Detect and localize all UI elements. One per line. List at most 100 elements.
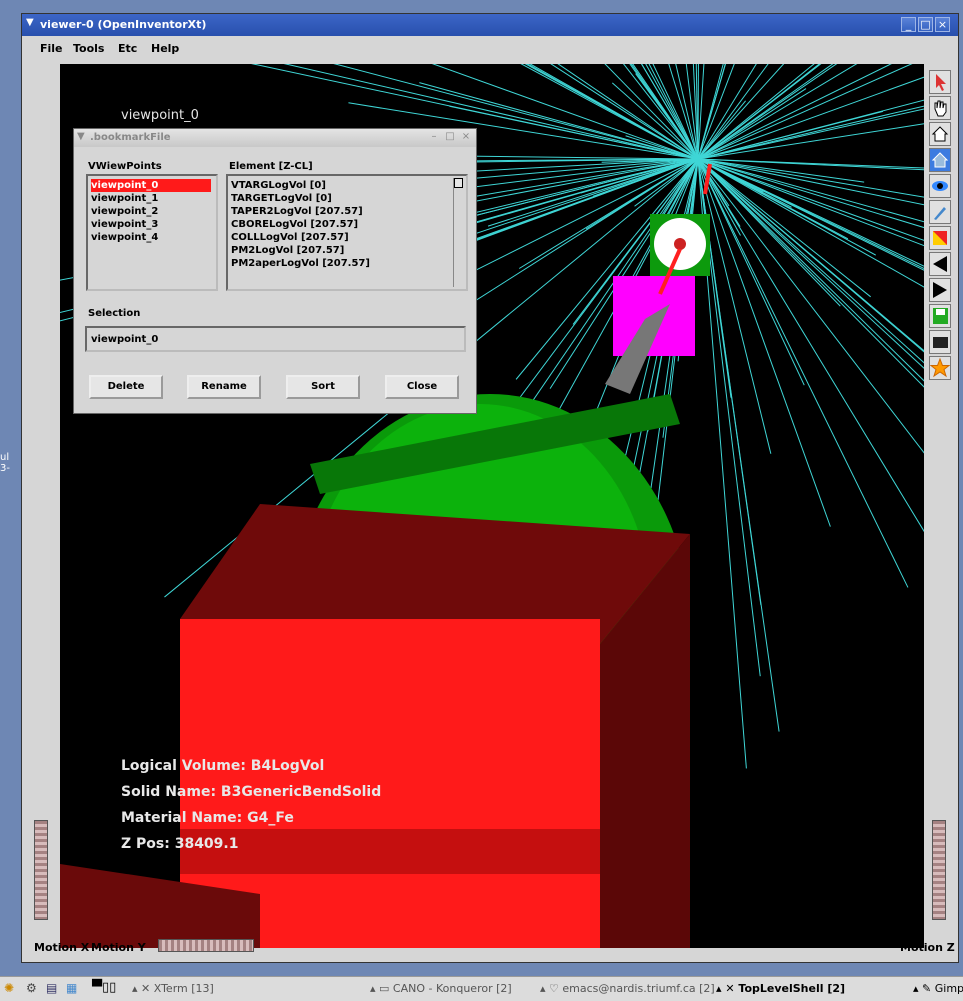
pager-icon[interactable]: ▀▯▯	[92, 980, 116, 995]
taskbar-toplevelshell[interactable]: ▴ ✕ TopLevelShell [2]	[716, 982, 845, 995]
browser-icon[interactable]: ▤	[46, 981, 57, 995]
window-title: viewer-0 (OpenInventorXt)	[40, 18, 207, 31]
taskbar-konqueror[interactable]: ▴ ▭ CANO - Konqueror [2]	[370, 982, 512, 995]
screen-icon[interactable]	[929, 330, 951, 354]
selection-label: Selection	[88, 308, 141, 319]
dolly-thumbwheel[interactable]	[932, 820, 946, 920]
taskbar-xterm[interactable]: ▴ ✕ XTerm [13]	[132, 982, 214, 995]
track-line	[697, 64, 892, 160]
sort-button[interactable]: Sort	[286, 375, 360, 399]
track-line	[697, 64, 913, 160]
ring-center	[674, 238, 686, 250]
list-item[interactable]: viewpoint_1	[91, 192, 158, 205]
track-line	[697, 158, 924, 454]
track-line	[697, 99, 924, 160]
track-line	[697, 64, 815, 160]
background-window-text: ul 3-	[0, 452, 10, 474]
window-menu-icon[interactable]: ▼	[26, 18, 36, 28]
track-line	[697, 158, 924, 533]
bottom-controls: Motion X Motion Y Motion Z	[22, 930, 958, 960]
menu-etc[interactable]: Etc	[118, 42, 137, 55]
list-item[interactable]: CBORELogVol [207.57]	[231, 218, 358, 231]
track-line	[697, 64, 785, 160]
taskbar-konqueror-label: CANO - Konqueror [2]	[392, 982, 512, 995]
track-line	[697, 64, 820, 160]
track-line	[697, 158, 924, 388]
taskbar-emacs[interactable]: ▴ ♡ emacs@nardis.triumf.ca [2]	[540, 982, 715, 995]
menubar: File Tools Etc Help	[22, 36, 958, 62]
solid-name-text: Solid Name: B3GenericBendSolid	[121, 784, 382, 800]
home-icon[interactable]	[929, 122, 951, 146]
brush-icon[interactable]	[929, 200, 951, 224]
drawstyle-icon[interactable]	[929, 226, 951, 250]
right-arrow-icon[interactable]	[929, 278, 951, 302]
dialog-menu-icon[interactable]: ▼	[77, 131, 85, 142]
motion-x-label: Motion X	[34, 941, 90, 954]
dialog-maximize-icon[interactable]: □	[444, 131, 456, 143]
dialog-minimize-icon[interactable]: –	[428, 131, 440, 143]
list-item[interactable]: TAPER2LogVol [207.57]	[231, 205, 363, 218]
settings-icon[interactable]: ⚙	[26, 981, 37, 995]
window-titlebar[interactable]: ▼ viewer-0 (OpenInventorXt) _ □ ×	[22, 14, 958, 36]
background-text-line-1: ul 3-	[0, 452, 10, 474]
kde-menu-icon[interactable]: ✺	[4, 981, 14, 995]
close-button[interactable]: Close	[385, 375, 459, 399]
track-line	[697, 76, 924, 160]
menu-file[interactable]: File	[40, 42, 63, 55]
element-list[interactable]: VTARGLogVol [0] TARGETLogVol [0] TAPER2L…	[226, 174, 468, 291]
taskbar-gimp[interactable]: ▴ ✎ Gimp	[913, 982, 963, 995]
menu-help[interactable]: Help	[151, 42, 179, 55]
list-item[interactable]: viewpoint_0	[91, 179, 211, 192]
z-pos-text: Z Pos: 38409.1	[121, 836, 239, 852]
element-header: Element [Z-CL]	[229, 161, 313, 172]
bookmark-dialog: ▼ .bookmarkFile – □ × VWiewPoints Elemen…	[73, 128, 477, 414]
hand-icon[interactable]	[929, 96, 951, 120]
motion-y-label: Motion Y	[91, 941, 146, 954]
track-line	[697, 123, 924, 160]
viewpoints-list[interactable]: viewpoint_0 viewpoint_1 viewpoint_2 view…	[86, 174, 218, 291]
taskbar-toplevelshell-label: TopLevelShell [2]	[738, 982, 846, 995]
terminal-icon[interactable]: ▦	[66, 981, 77, 995]
selection-input[interactable]: viewpoint_0	[85, 326, 466, 352]
list-item[interactable]: VTARGLogVol [0]	[231, 179, 326, 192]
dialog-titlebar[interactable]: ▼ .bookmarkFile – □ ×	[74, 129, 476, 147]
list-item[interactable]: viewpoint_4	[91, 231, 158, 244]
star-icon[interactable]	[929, 356, 951, 380]
eye-icon[interactable]	[929, 174, 951, 198]
left-arrow-icon[interactable]	[929, 252, 951, 276]
list-item[interactable]: PM2LogVol [207.57]	[231, 244, 344, 257]
motion-y-thumbwheel[interactable]	[158, 939, 254, 952]
track-line	[697, 158, 772, 454]
dialog-close-icon[interactable]: ×	[460, 131, 472, 143]
set-home-icon[interactable]	[929, 148, 951, 172]
selection-value: viewpoint_0	[91, 334, 159, 345]
pick-arrow-icon[interactable]	[929, 70, 951, 94]
maximize-button[interactable]: □	[918, 17, 933, 32]
list-item[interactable]: COLLLogVol [207.57]	[231, 231, 349, 244]
taskbar-xterm-label: XTerm [13]	[153, 982, 214, 995]
list-item[interactable]: viewpoint_3	[91, 218, 158, 231]
delete-button[interactable]: Delete	[89, 375, 163, 399]
rename-button[interactable]: Rename	[187, 375, 261, 399]
track-line	[697, 64, 858, 160]
track-line	[697, 158, 924, 223]
save-icon[interactable]	[929, 304, 951, 328]
viewpoints-header: VWiewPoints	[88, 161, 162, 172]
dialog-title: .bookmarkFile	[90, 132, 171, 143]
magnet-gap	[180, 829, 600, 874]
track-line	[697, 158, 924, 229]
list-item[interactable]: viewpoint_2	[91, 205, 158, 218]
minimize-button[interactable]: _	[901, 17, 916, 32]
close-button[interactable]: ×	[935, 17, 950, 32]
menu-tools[interactable]: Tools	[73, 42, 104, 55]
material-name-text: Material Name: G4_Fe	[121, 810, 294, 826]
taskbar-gimp-label: Gimp	[934, 982, 963, 995]
motion-z-label: Motion Z	[900, 941, 955, 954]
track-line	[622, 64, 699, 160]
scroll-up-icon[interactable]	[454, 178, 463, 188]
list-item[interactable]: PM2aperLogVol [207.57]	[231, 257, 370, 270]
taskbar-emacs-label: emacs@nardis.triumf.ca [2]	[562, 982, 715, 995]
element-list-scrollbar[interactable]	[453, 178, 464, 287]
list-item[interactable]: TARGETLogVol [0]	[231, 192, 332, 205]
rotx-thumbwheel[interactable]	[34, 820, 48, 920]
